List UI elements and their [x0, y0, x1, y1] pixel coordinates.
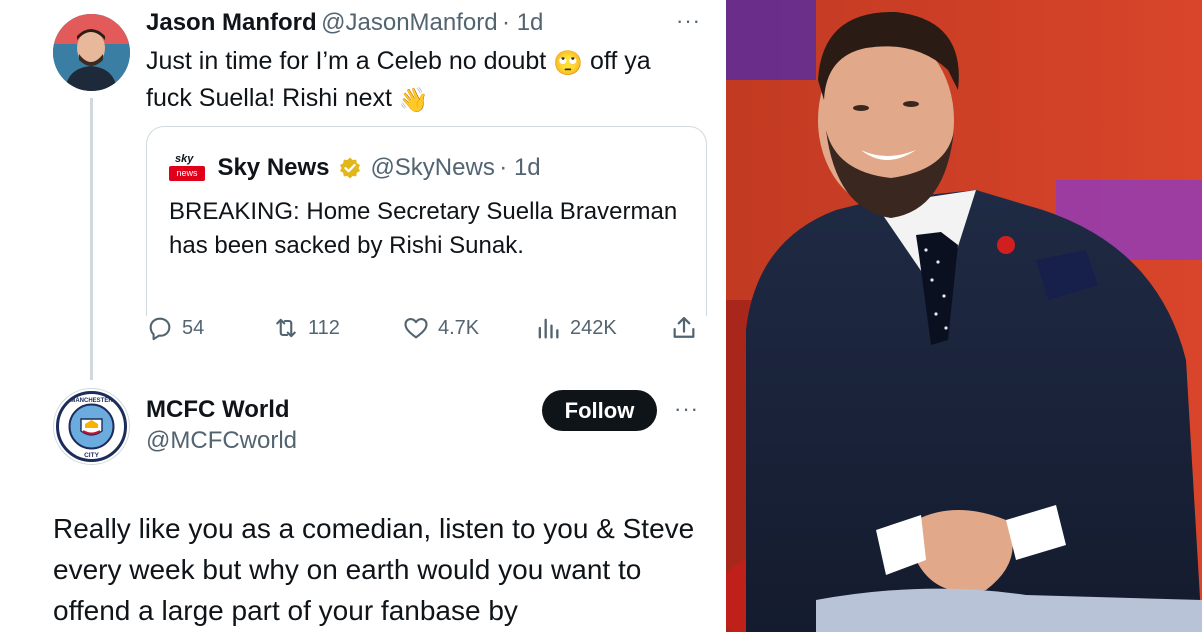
- share-icon: [673, 316, 695, 338]
- retweet-count: 112: [308, 316, 340, 339]
- follow-button[interactable]: Follow: [542, 390, 657, 431]
- badge-top-text: MANCHESTER: [70, 398, 113, 404]
- quoted-handle[interactable]: @SkyNews: [370, 154, 494, 181]
- news-logo-text: news: [169, 166, 205, 181]
- avatar[interactable]: [53, 14, 130, 91]
- quoted-display-name[interactable]: Sky News: [217, 154, 329, 181]
- timestamp[interactable]: · 1d: [502, 9, 543, 36]
- reply-button[interactable]: 54: [146, 312, 204, 344]
- mcfc-display-name[interactable]: MCFC World: [146, 396, 290, 424]
- reply-tweet-text: Really like you as a comedian, listen to…: [53, 513, 695, 626]
- share-button[interactable]: [670, 312, 706, 344]
- eye-roll-emoji-icon: 🙄: [553, 49, 584, 77]
- quoted-tweet-text: BREAKING: Home Secretary Suella Braverma…: [169, 198, 678, 259]
- mcfc-handle[interactable]: @MCFCworld: [146, 427, 297, 455]
- tweet-panel: Jason Manford @JasonManford · 1d ··· Jus…: [0, 0, 726, 632]
- handle[interactable]: @JasonManford: [321, 9, 497, 36]
- smiling-man-photo-image: [726, 0, 1202, 632]
- sky-logo-text: sky: [175, 153, 194, 165]
- jason-manford-avatar-image: [53, 14, 130, 91]
- view-count: 242K: [570, 316, 617, 339]
- person-photo: [726, 0, 1202, 632]
- verified-badge-icon: [339, 157, 360, 179]
- tweet-text-line2: fuck Suella! Rishi next: [146, 84, 392, 112]
- display-name[interactable]: Jason Manford: [146, 9, 317, 36]
- tweet-text-line1: Just in time for I’m a Celeb no doubt: [146, 47, 547, 75]
- tweet-text: Just in time for I’m a Celeb no doubt 🙄 …: [146, 44, 706, 118]
- reply-count: 54: [182, 316, 205, 339]
- sky-news-logo-icon: sky news: [169, 153, 205, 183]
- tweet-header: Jason Manford @JasonManford · 1d: [146, 9, 543, 37]
- retweet-button[interactable]: 112: [272, 312, 340, 344]
- retweet-icon: [276, 318, 296, 338]
- tweet-text-line1-end: off ya: [583, 47, 651, 75]
- waving-hand-emoji-icon: 👋: [398, 86, 429, 114]
- thread-connector-line: [90, 98, 93, 380]
- views-chart-icon: [538, 318, 559, 339]
- quoted-tweet-header: sky news Sky News @SkyNews · 1d: [169, 153, 541, 183]
- more-options-icon[interactable]: ···: [674, 396, 699, 422]
- manchester-city-badge-icon: MANCHESTER CITY: [56, 391, 127, 462]
- like-button[interactable]: 4.7K: [402, 312, 479, 344]
- badge-bottom-text: CITY: [84, 452, 99, 459]
- quoted-tweet-card[interactable]: sky news Sky News @SkyNews · 1d BREAKING…: [146, 126, 707, 316]
- quoted-timestamp[interactable]: · 1d: [499, 154, 540, 181]
- reply-icon: [149, 317, 171, 341]
- more-options-icon[interactable]: ···: [676, 8, 701, 34]
- mcfc-avatar[interactable]: MANCHESTER CITY: [53, 388, 130, 465]
- heart-icon: [404, 317, 428, 339]
- like-count: 4.7K: [438, 316, 480, 339]
- views-button[interactable]: 242K: [534, 312, 617, 344]
- tweet-action-bar: 54 112 4.7K 242K: [146, 312, 706, 344]
